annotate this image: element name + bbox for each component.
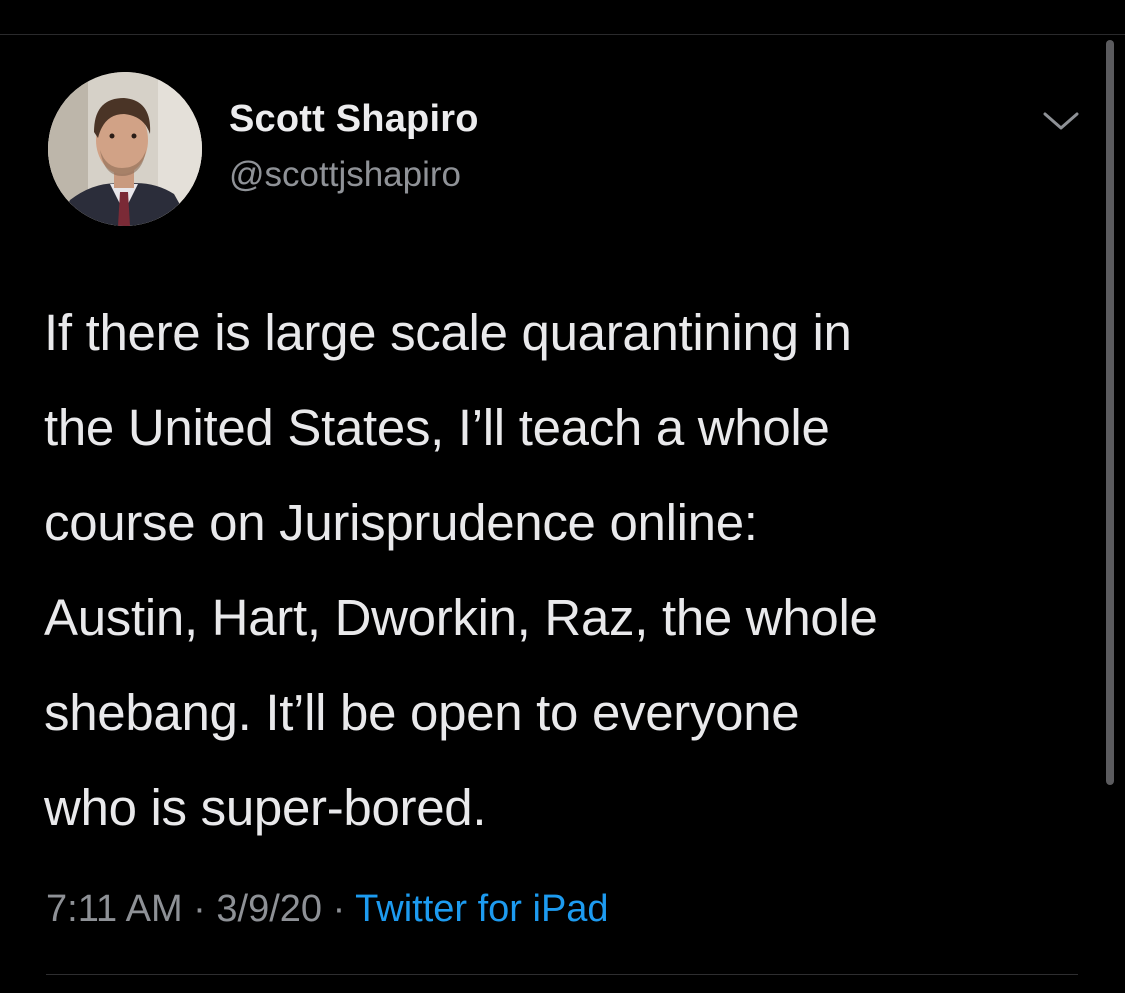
tweet-date[interactable]: 3/9/20: [216, 888, 322, 930]
meta-separator: ·: [193, 888, 206, 930]
tweet-menu-button[interactable]: [1040, 106, 1082, 136]
tweet-source-link[interactable]: Twitter for iPad: [355, 888, 608, 930]
scrollbar[interactable]: [1106, 40, 1114, 785]
tweet-time[interactable]: 7:11 AM: [46, 888, 183, 930]
meta-separator: ·: [332, 888, 346, 930]
tweet-meta: 7:11 AM · 3/9/20 · Twitter for iPad: [46, 888, 609, 931]
avatar-photo-icon: [48, 72, 202, 226]
top-divider: [0, 34, 1125, 35]
author-handle[interactable]: @scottjshapiro: [229, 155, 461, 195]
author-display-name[interactable]: Scott Shapiro: [229, 98, 479, 141]
avatar[interactable]: [48, 72, 202, 226]
chevron-down-icon: [1043, 112, 1079, 130]
bottom-divider: [46, 974, 1078, 975]
tweet-text: If there is large scale quarantining in …: [44, 304, 878, 836]
